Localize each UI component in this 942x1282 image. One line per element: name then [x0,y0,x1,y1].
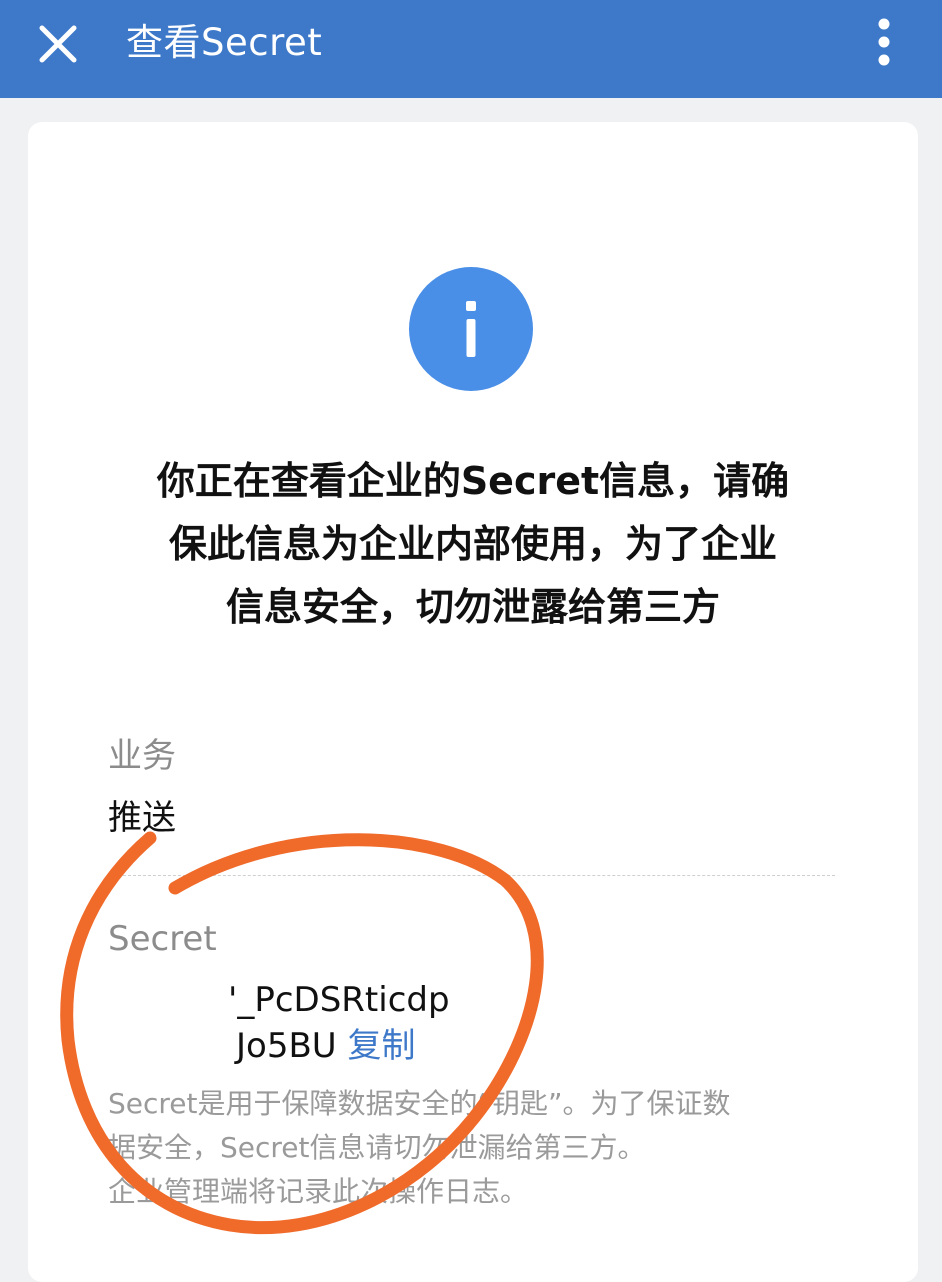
page-title: 查看Secret [126,21,323,64]
warning-line: 保此信息为企业内部使用，为了企业 [168,522,777,566]
more-options-button[interactable] [862,14,906,74]
copy-button[interactable]: 复制 [347,1026,415,1066]
service-label: 业务 [108,736,176,776]
warning-line: 信息安全，切勿泄露给第三方 [225,585,720,629]
more-vertical-icon [878,18,890,66]
secret-value-line: Jo5BU [236,1026,337,1066]
note-line: 据安全，Secret信息请切勿泄漏给第三方。 [108,1131,646,1164]
close-icon [39,25,77,63]
note-line: Secret是用于保障数据安全的“钥匙”。为了保证数 [108,1087,731,1120]
secret-label: Secret [108,919,217,959]
top-app-bar: 查看Secret [0,0,942,98]
close-button[interactable] [30,16,86,72]
service-value: 推送 [108,798,176,838]
divider [108,875,835,876]
warning-message: 你正在查看企业的Secret信息，请确 保此信息为企业内部使用，为了企业 信息安… [88,450,858,639]
note-line: 企业管理端将记录此次操作日志。 [108,1175,529,1208]
warning-line: 你正在查看企业的Secret信息，请确 [156,459,790,503]
secret-card: 你正在查看企业的Secret信息，请确 保此信息为企业内部使用，为了企业 信息安… [28,122,918,1282]
secret-value-row: Jo5BU 复制 [236,1024,415,1068]
info-icon [409,267,533,391]
security-note: Secret是用于保障数据安全的“钥匙”。为了保证数 据安全，Secret信息请… [108,1082,848,1214]
secret-value-line: '_PcDSRticdp [228,980,450,1020]
